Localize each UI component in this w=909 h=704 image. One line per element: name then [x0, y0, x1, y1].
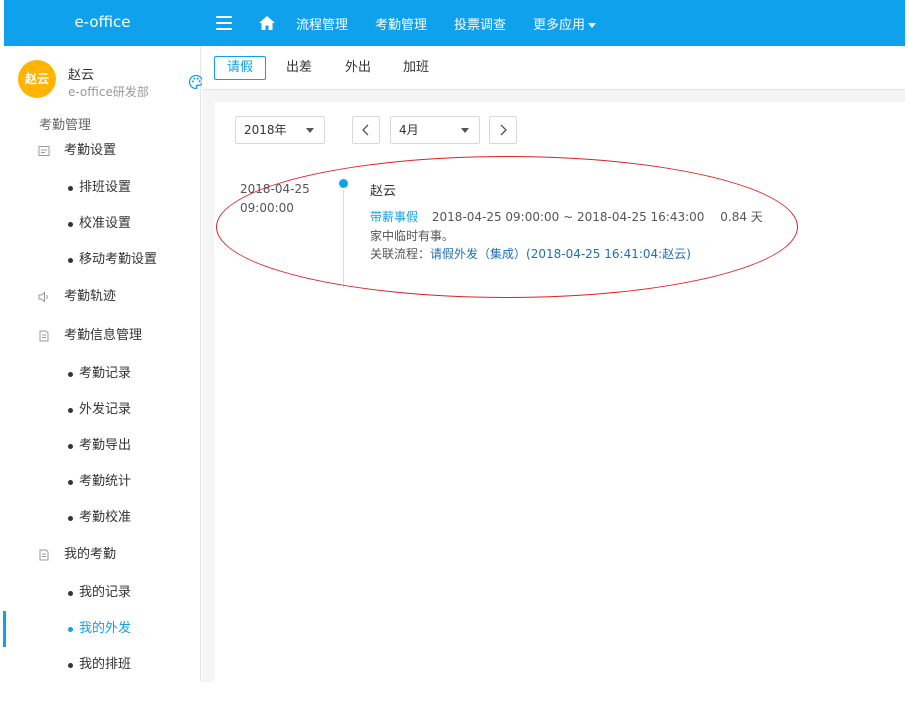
- sidebar-item-attendance-records[interactable]: 考勤记录: [4, 359, 200, 389]
- sidebar-item-outgoing-records[interactable]: 外发记录: [4, 395, 200, 425]
- document-icon: [39, 330, 49, 342]
- sidebar-item-my-records[interactable]: 我的记录: [4, 578, 200, 608]
- tab-out[interactable]: 外出: [332, 56, 384, 80]
- caret-down-icon: [588, 22, 597, 28]
- nav-more-label: 更多应用: [533, 17, 586, 33]
- year-select-value: 2018年: [244, 123, 287, 137]
- chevron-left-icon: [362, 124, 369, 136]
- sidebar-item-label: 我的记录: [79, 585, 132, 600]
- related-flow: 关联流程：请假外发（集成）(2018-04-25 16:41:04:赵云): [370, 245, 691, 262]
- sidebar-group-label: 考勤设置: [64, 143, 117, 158]
- sidebar-item-label: 校准设置: [79, 216, 132, 231]
- leave-reason: 家中临时有事。: [370, 229, 455, 243]
- speaker-icon: [38, 291, 48, 303]
- top-bar: e-office 流程管理 考勤管理 投票调查 更多应用: [4, 0, 905, 46]
- nav-flow[interactable]: 流程管理: [296, 14, 348, 33]
- sidebar-item-calibration-settings[interactable]: 校准设置: [4, 209, 200, 239]
- sidebar-item-label: 我的外发: [79, 621, 132, 636]
- bullet-icon: [68, 408, 73, 413]
- home-icon[interactable]: [258, 15, 276, 31]
- leave-type-link[interactable]: 带薪事假: [370, 210, 418, 224]
- year-select[interactable]: 2018年: [235, 116, 325, 144]
- timeline-dot: [339, 179, 348, 188]
- user-profile: 赵云 赵云 e-office研发部: [18, 60, 204, 100]
- user-name: 赵云: [68, 68, 95, 83]
- bullet-icon: [68, 222, 73, 227]
- caret-down-icon: [306, 128, 314, 133]
- sidebar-item-shift-settings[interactable]: 排班设置: [4, 173, 200, 203]
- nav-more[interactable]: 更多应用: [533, 14, 597, 33]
- sidebar-group-my-attendance[interactable]: 我的考勤: [4, 540, 200, 570]
- sidebar-item-attendance-calibration[interactable]: 考勤校准: [4, 503, 200, 533]
- sidebar-item-label: 考勤记录: [79, 366, 132, 381]
- record-user-name: 赵云: [370, 184, 397, 199]
- timeline-datetime: 2018-04-25 09:00:00: [240, 180, 310, 218]
- bullet-icon: [68, 480, 73, 485]
- sidebar-item-label: 外发记录: [79, 402, 132, 417]
- sidebar-item-label: 考勤导出: [79, 438, 132, 453]
- prev-month-button[interactable]: [352, 116, 380, 144]
- next-month-button[interactable]: [489, 116, 517, 144]
- sidebar-item-label: 移动考勤设置: [79, 252, 158, 267]
- leave-range: 2018-04-25 09:00:00 ~ 2018-04-25 16:43:0…: [431, 210, 705, 224]
- user-dept: e-office研发部: [68, 85, 149, 99]
- related-flow-label: 关联流程：: [370, 247, 431, 261]
- top-nav: 流程管理 考勤管理 投票调查 更多应用: [216, 0, 623, 46]
- caret-down-icon: [461, 128, 469, 133]
- bullet-icon: [68, 258, 73, 263]
- bullet-icon: [68, 516, 73, 521]
- sidebar-group-label: 我的考勤: [64, 547, 117, 562]
- brand-logo[interactable]: e-office: [4, 0, 201, 46]
- sidebar-item-attendance-stats[interactable]: 考勤统计: [4, 467, 200, 497]
- sidebar-group-label: 考勤信息管理: [64, 328, 143, 343]
- sidebar-section-title: 考勤管理: [39, 118, 92, 133]
- leave-days: 0.84 天: [720, 210, 763, 224]
- bullet-icon: [68, 186, 73, 191]
- bullet-icon: [68, 444, 73, 449]
- related-flow-link[interactable]: 请假外发（集成）(2018-04-25 16:41:04:赵云): [430, 247, 691, 261]
- document-icon: [39, 549, 49, 561]
- bullet-icon: [68, 372, 73, 377]
- sidebar-group-attendance-track[interactable]: 考勤轨迹: [4, 282, 200, 312]
- timeline-time: 09:00:00: [240, 201, 294, 215]
- timeline-date: 2018-04-25: [240, 182, 310, 196]
- bullet-icon: [68, 591, 73, 596]
- bullet-icon: [68, 627, 73, 632]
- month-select[interactable]: 4月: [390, 116, 480, 144]
- nav-attendance[interactable]: 考勤管理: [375, 14, 427, 33]
- settings-icon: [38, 146, 50, 156]
- bullet-icon: [68, 663, 73, 668]
- timeline-line: [343, 190, 344, 288]
- nav-vote[interactable]: 投票调查: [454, 14, 506, 33]
- sidebar-item-mobile-settings[interactable]: 移动考勤设置: [4, 245, 200, 275]
- menu-icon[interactable]: [216, 16, 232, 30]
- sidebar-item-label: 考勤统计: [79, 474, 132, 489]
- main-content: 请假 出差 外出 加班 2018年 4月 2018-04-25 09:00:00…: [202, 46, 905, 682]
- avatar[interactable]: 赵云: [18, 60, 56, 98]
- tab-leave[interactable]: 请假: [214, 56, 267, 80]
- sidebar-item-label: 我的排班: [79, 657, 132, 672]
- sidebar-item-label: 排班设置: [79, 180, 132, 195]
- tab-overtime[interactable]: 加班: [390, 56, 442, 80]
- record-detail: 带薪事假 2018-04-25 09:00:00 ~ 2018-04-25 16…: [370, 208, 763, 225]
- sidebar-group-attendance-settings[interactable]: 考勤设置: [4, 136, 200, 166]
- sidebar-item-label: 考勤校准: [79, 510, 132, 525]
- sidebar-group-label: 考勤轨迹: [64, 289, 117, 304]
- timeline-panel: 2018年 4月 2018-04-25 09:00:00 赵云 带薪事假 201…: [214, 102, 905, 682]
- sidebar-item-attendance-export[interactable]: 考勤导出: [4, 431, 200, 461]
- sidebar-item-my-shifts[interactable]: 我的排班: [4, 650, 200, 680]
- sidebar-group-attendance-info[interactable]: 考勤信息管理: [4, 321, 200, 351]
- tab-bar: 请假 出差 外出 加班: [202, 46, 905, 90]
- sidebar: 赵云 赵云 e-office研发部 考勤管理 考勤设置 排班设置 校准设置 移动…: [3, 46, 204, 682]
- chevron-right-icon: [500, 124, 507, 136]
- tab-business-trip[interactable]: 出差: [273, 56, 325, 80]
- month-select-value: 4月: [399, 123, 419, 137]
- sidebar-item-my-outgoing[interactable]: 我的外发: [3, 611, 200, 647]
